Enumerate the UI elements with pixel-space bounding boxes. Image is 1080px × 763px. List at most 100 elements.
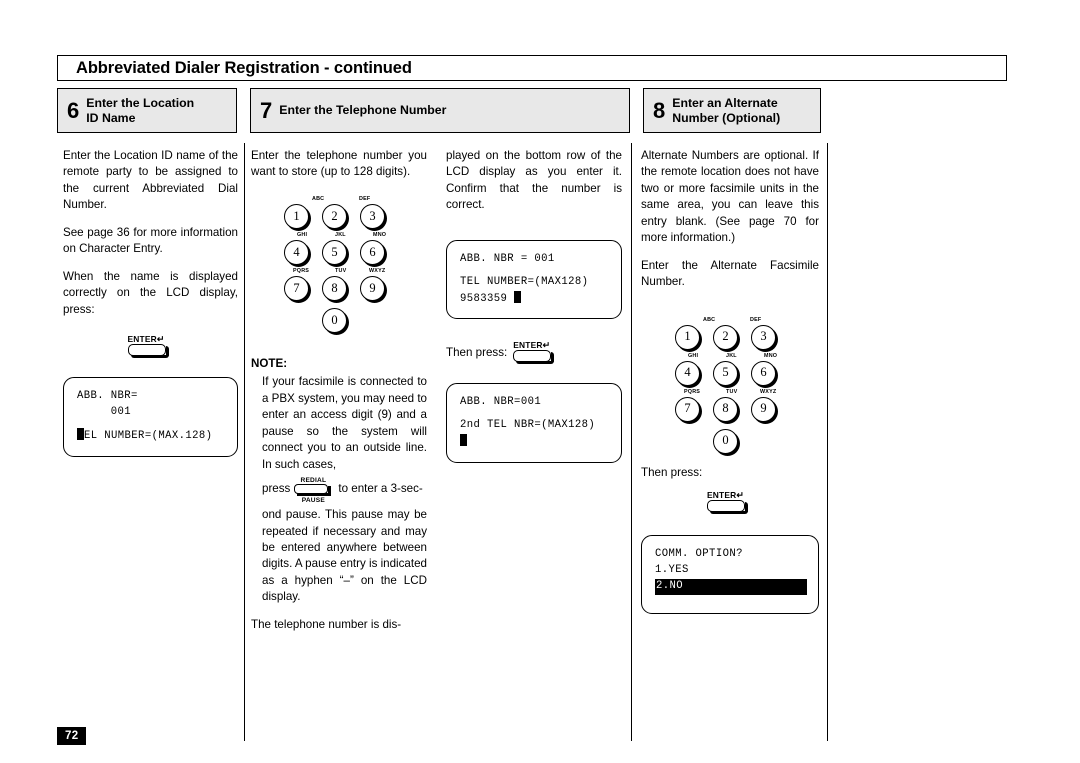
column-divider-3 — [827, 143, 828, 741]
keypad8-letters-8: TUV — [726, 388, 738, 395]
keypad-letters-5: JKL — [335, 231, 346, 238]
enter-key-shadow-side-step8 — [745, 502, 748, 514]
redial-pause-button[interactable]: REDIAL PAUSE — [294, 477, 334, 505]
keypad-key-7[interactable]: 7 — [284, 275, 309, 301]
lcd-display-step7-a: ABB. NBR = 001 TEL NUMBER=(MAX128) 95833… — [446, 239, 622, 320]
keypad-letters-8: TUV — [335, 267, 347, 274]
enter-key-button-step8[interactable]: ENTER↵ — [707, 489, 753, 515]
column-divider-2 — [631, 143, 632, 741]
step-label-6-line2: ID Name — [86, 110, 136, 125]
keypad8-letters-9: WXYZ — [760, 388, 777, 395]
col1-paragraph-2: See page 36 for more information on Char… — [63, 225, 238, 256]
col2-paragraph-1: Enter the telephone number you want to s… — [251, 149, 427, 179]
then-press-row-step7: Then press: ENTER↵ — [446, 335, 622, 365]
keypad8-letters-6: MNO — [764, 352, 778, 359]
keypad-letters-2: ABC — [312, 195, 325, 202]
enter-key-shadow — [130, 355, 169, 359]
keypad8-key-9[interactable]: 9 — [751, 396, 776, 422]
keypad8-key-1[interactable]: 1 — [675, 324, 700, 350]
keypad-step8[interactable]: ABC DEF 1 2 3 GHI JKL MNO 4 5 6 PQRS TUV… — [670, 313, 790, 454]
keypad8-key-6[interactable]: 6 — [751, 360, 776, 386]
col1-paragraph-1: Enter the Location ID name of the remote… — [63, 149, 238, 212]
enter-key-shadow-step8 — [710, 511, 748, 515]
keypad-key-1[interactable]: 1 — [284, 203, 309, 229]
keypad8-letters-2: ABC — [703, 316, 716, 323]
redial-prefix-text: press — [262, 482, 291, 496]
keypad-key-6[interactable]: 6 — [360, 239, 385, 265]
keypad8-key-5[interactable]: 5 — [713, 360, 738, 386]
lcd8-line-2: 1.YES — [655, 563, 689, 576]
keypad8-key-4[interactable]: 4 — [675, 360, 700, 386]
keypad8-key-2[interactable]: 2 — [713, 324, 738, 350]
keypad-key-3[interactable]: 3 — [360, 203, 385, 229]
keypad8-letters-5: JKL — [726, 352, 737, 359]
keypad8-key-0[interactable]: 0 — [713, 428, 738, 454]
col2-paragraph-last: The telephone number is dis- — [251, 617, 402, 631]
lcd7a-line-1: ABB. NBR = 001 — [460, 252, 555, 265]
page-number-badge: 72 — [57, 727, 87, 745]
keypad-letters-9: WXYZ — [369, 267, 386, 274]
page-title-banner: Abbreviated Dialer Registration - contin… — [57, 55, 1007, 81]
step-label-6: Enter the Location ID Name — [86, 96, 194, 126]
lcd8-line-1: COMM. OPTION? — [655, 548, 743, 561]
step-label-8: Enter an Alternate Number (Optional) — [672, 96, 780, 126]
column-step6-body: Enter the Location ID name of the remote… — [63, 148, 238, 457]
col3-paragraph-1: played on the bottom row of the LCD disp… — [446, 149, 622, 212]
then-press-label-step8: Then press: — [641, 465, 703, 479]
col4-paragraph-1: Alternate Numbers are optional. If the r… — [641, 149, 819, 245]
enter-key-button[interactable]: ENTER↵ — [127, 333, 174, 359]
enter-key-shadow-step7 — [516, 361, 555, 365]
lcd6-cursor — [77, 427, 84, 440]
lcd7a-line-3: 9583359 — [460, 290, 608, 308]
col1-enter-key-wrap: ENTER↵ — [63, 329, 238, 359]
redial-key-shadow-side — [328, 486, 331, 496]
keypad8-letters-4: GHI — [688, 352, 699, 359]
redial-instruction-line: press REDIAL PAUSE to enter a 3-sec- — [262, 477, 427, 505]
keypad8-key-8[interactable]: 8 — [713, 396, 738, 422]
keypad-letters-6: MNO — [373, 231, 387, 238]
lcd7b-line-1: ABB. NBR=001 — [460, 396, 542, 409]
redial-suffix-text: to enter a 3-sec- — [338, 482, 423, 496]
keypad-key-2[interactable]: 2 — [322, 203, 347, 229]
column-divider-1 — [244, 143, 245, 741]
lcd6-spacer — [77, 421, 224, 428]
lcd8-line-3[interactable]: 2.NO — [655, 578, 807, 595]
col4-enter-key-wrap: ENTER↵ — [641, 485, 819, 515]
keypad-key-5[interactable]: 5 — [322, 239, 347, 265]
keypad-letters-3: DEF — [359, 195, 371, 202]
pause-key-label: PAUSE — [301, 497, 325, 505]
keypad8-key-3[interactable]: 3 — [751, 324, 776, 350]
step-number-6: 6 — [67, 97, 80, 123]
keypad-letters-7: PQRS — [293, 267, 310, 274]
keypad-key-9[interactable]: 9 — [360, 275, 385, 301]
lcd-display-step6: ABB. NBR= 001 EL NUMBER=(MAX.128) — [63, 377, 238, 457]
keypad-letters-4: GHI — [297, 231, 308, 238]
keypad8-letters-3: DEF — [750, 316, 762, 323]
lcd6-line-3: EL NUMBER=(MAX.128) — [77, 427, 224, 445]
page-title: Abbreviated Dialer Registration - contin… — [76, 58, 412, 77]
column-step7-body-right: played on the bottom row of the LCD disp… — [446, 148, 622, 464]
keypad8-letters-7: PQRS — [684, 388, 701, 395]
lcd7a-line-2: TEL NUMBER=(MAX128) — [460, 275, 589, 288]
lcd7a-cursor — [514, 290, 522, 303]
then-press-label-step7: Then press: — [446, 346, 508, 360]
lcd-display-step7-b: ABB. NBR=001 2nd TEL NBR=(MAX128) — [446, 383, 622, 464]
lcd8-selected-option: 2.NO — [655, 578, 807, 595]
step-header-8: 8 Enter an Alternate Number (Optional) — [643, 88, 821, 133]
lcd6-line-3-text: EL NUMBER=(MAX.128) — [84, 429, 213, 442]
step-header-7: 7 Enter the Telephone Number — [250, 88, 630, 133]
keypad8-key-7[interactable]: 7 — [675, 396, 700, 422]
step-header-6: 6 Enter the Location ID Name — [57, 88, 237, 133]
keypad-key-4[interactable]: 4 — [284, 239, 309, 265]
note-title: NOTE: — [251, 356, 288, 370]
lcd-display-step8: COMM. OPTION? 1.YES 2.NO — [641, 535, 819, 614]
lcd7b-cursor — [460, 434, 467, 447]
enter-key-button-step7[interactable]: ENTER↵ — [513, 339, 559, 365]
keypad-key-8[interactable]: 8 — [322, 275, 347, 301]
keypad-key-0[interactable]: 0 — [322, 307, 347, 333]
lcd7b-spacer — [460, 411, 608, 418]
keypad-step7[interactable]: ABC DEF 1 2 3 GHI JKL MNO 4 5 6 PQRS TUV… — [279, 192, 399, 333]
lcd7a-line-3-text: 9583359 — [460, 292, 515, 305]
step-label-8-line1: Enter an Alternate — [672, 95, 778, 110]
lcd7a-spacer — [460, 268, 608, 275]
